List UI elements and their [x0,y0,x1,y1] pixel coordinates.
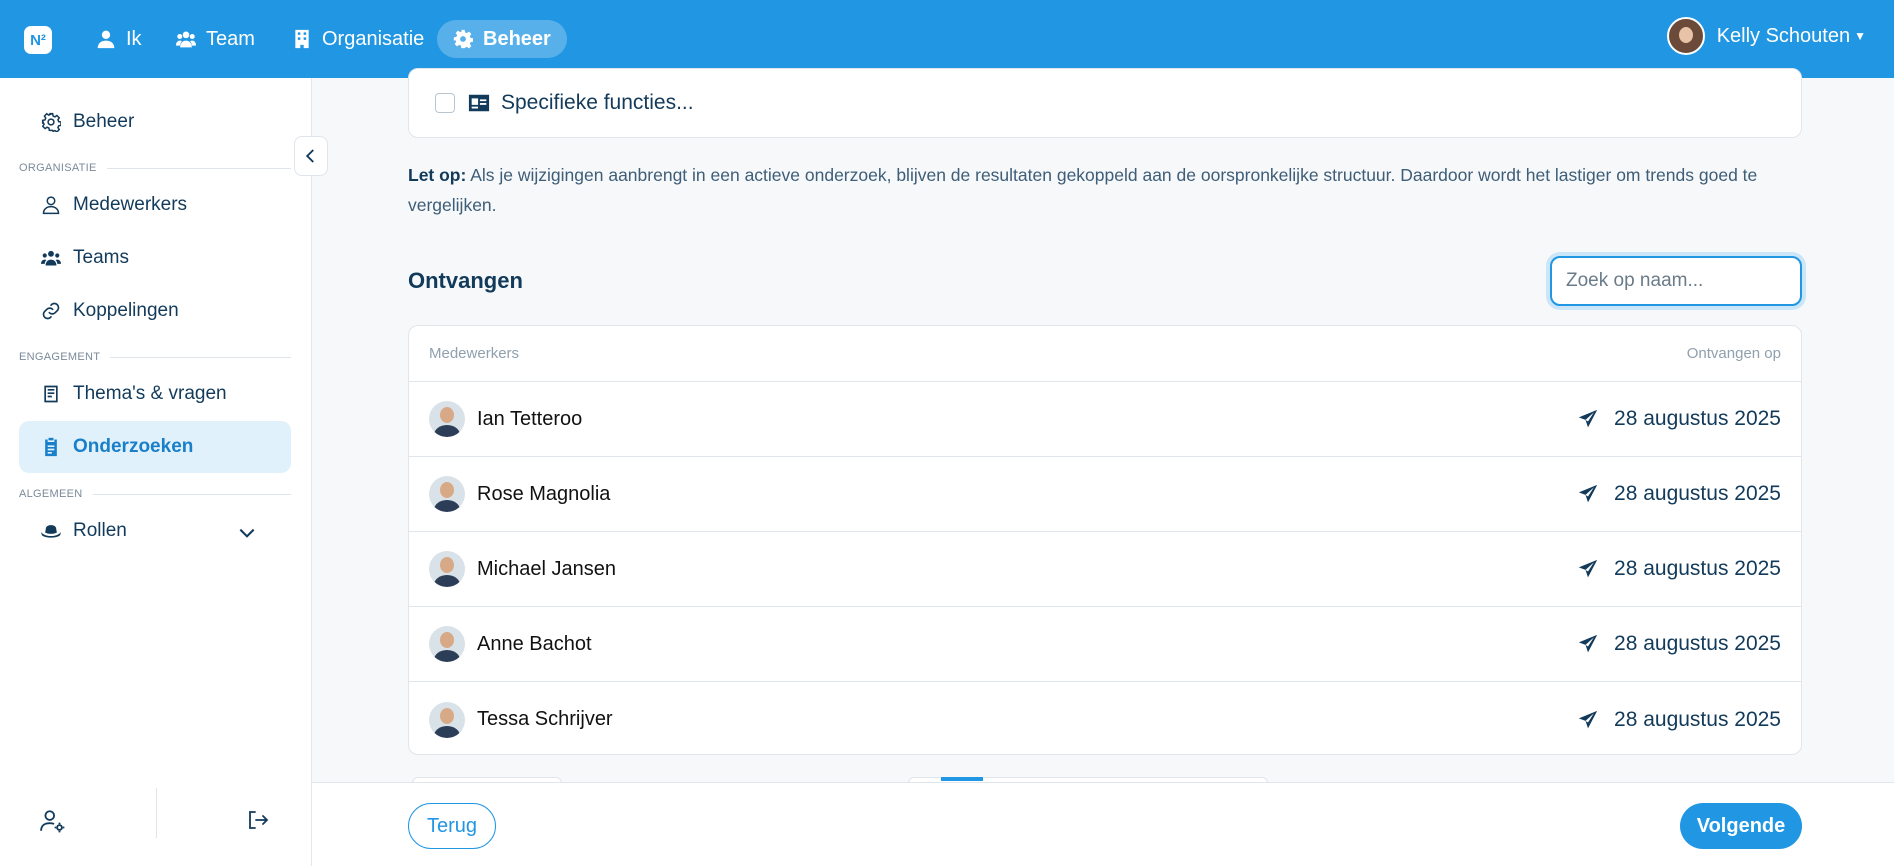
warning-note: Let op: Als je wijzigingen aanbrengt in … [408,160,1802,220]
recipients-table: Medewerkers Ontvangen op Ian Tetteroo 28… [408,325,1802,755]
column-header-ontvangen-op: Ontvangen op [1686,345,1781,362]
id-card-icon [468,94,490,112]
gear-icon [453,29,473,49]
sidebar-item-label: Onderzoeken [73,436,194,457]
avatar [429,701,465,738]
avatar [429,551,465,587]
column-header-medewerkers: Medewerkers [429,345,520,362]
employee-name: Anne Bachot [477,632,592,655]
user-icon [42,196,60,215]
nav-label: Beheer [483,27,551,50]
gear-icon [41,112,61,132]
sidebar-item-teams[interactable]: Teams [19,232,291,284]
building-icon [295,29,309,49]
section-engagement: ENGAGEMENT [19,351,291,363]
sidebar-item-themas-vragen[interactable]: Thema's & vragen [19,368,291,420]
avatar [429,626,465,662]
section-algemeen: ALGEMEEN [19,488,291,500]
section-title: ORGANISATIE [19,162,97,174]
nav-team[interactable]: Team [160,20,271,58]
clipboard-icon [45,437,57,457]
received-date: 28 augustus 2025 [1614,557,1781,580]
option-label: Specifieke functies... [501,91,694,114]
avatar [429,401,465,437]
section-title: ALGEMEEN [19,488,83,500]
paper-plane-icon [1578,409,1598,428]
sidebar-collapse-button[interactable] [294,136,328,176]
nav-label: Ik [126,27,142,50]
paper-plane-icon [1578,559,1598,578]
paper-plane-icon [1578,634,1598,653]
received-date: 28 augustus 2025 [1614,632,1781,655]
footer-divider [156,788,157,838]
received-date: 28 augustus 2025 [1614,407,1781,430]
user-icon [97,30,115,49]
chevron-down-icon[interactable] [237,523,257,543]
sidebar-footer [0,786,312,866]
search-input[interactable] [1550,256,1802,306]
checkbox[interactable] [435,93,455,113]
next-button[interactable]: Volgende [1680,803,1802,849]
table-row[interactable]: Rose Magnolia 28 augustus 2025 [409,457,1801,532]
note-bold: Let op: [408,165,467,185]
paper-plane-icon [1578,710,1598,728]
user-settings-icon[interactable] [40,808,66,834]
sidebar-item-medewerkers[interactable]: Medewerkers [19,179,291,231]
section-organisatie: ORGANISATIE [19,162,291,174]
users-icon [41,250,61,266]
sidebar: Beheer ORGANISATIE Medewerkers Teams Kop… [0,78,312,866]
table-row[interactable]: Michael Jansen 28 augustus 2025 [409,532,1801,607]
sidebar-item-rollen[interactable]: Rollen [19,505,291,557]
received-date: 28 augustus 2025 [1614,707,1781,731]
top-navigation-bar: N² Ik Team Organisatie Beheer Kelly Scho… [0,0,1894,78]
pagination-active-page [941,777,983,781]
user-menu[interactable]: Kelly Schouten ▼ [1666,17,1866,55]
section-title-ontvangen: Ontvangen [408,268,523,293]
book-icon [44,385,58,403]
table-row[interactable]: Tessa Schrijver 28 augustus 2025 [409,682,1801,754]
employee-name: Tessa Schrijver [477,708,613,730]
table-row[interactable]: Anne Bachot 28 augustus 2025 [409,607,1801,682]
footer-actions: Terug Volgende [312,782,1894,866]
section-title: ENGAGEMENT [19,351,101,363]
chevron-left-icon [305,149,314,163]
received-date: 28 augustus 2025 [1614,482,1781,505]
avatar [429,476,465,512]
sidebar-item-koppelingen[interactable]: Koppelingen [19,285,291,337]
hat-icon [41,525,61,538]
user-name: Kelly Schouten [1716,24,1851,47]
link-icon [42,302,60,320]
logout-icon[interactable] [246,808,270,832]
sidebar-item-label: Medewerkers [73,194,188,215]
caret-down-icon: ▼ [1854,29,1866,43]
user-avatar [1666,17,1705,55]
table-header: Medewerkers Ontvangen op [409,326,1801,382]
employee-name: Michael Jansen [477,557,616,580]
nav-organisatie[interactable]: Organisatie [276,20,440,58]
employee-name: Ian Tetteroo [477,407,583,430]
sidebar-item-label: Koppelingen [73,300,179,321]
option-specifieke-functies[interactable]: Specifieke functies... [408,68,1802,138]
users-icon [176,31,196,48]
nav-label: Team [206,27,255,50]
nav-beheer[interactable]: Beheer [437,20,567,58]
sidebar-item-onderzoeken[interactable]: Onderzoeken [19,421,291,473]
sidebar-item-beheer[interactable]: Beheer [19,96,291,148]
back-button[interactable]: Terug [408,803,496,849]
table-row[interactable]: Ian Tetteroo 28 augustus 2025 [409,382,1801,457]
employee-name: Rose Magnolia [477,482,611,505]
main-content: Specifieke functies... Let op: Als je wi… [312,68,1894,866]
sidebar-item-label: Beheer [73,111,135,132]
sidebar-item-label: Thema's & vragen [73,383,227,404]
note-text: Als je wijzigingen aanbrengt in een acti… [408,165,1758,215]
app-logo[interactable]: N² [24,26,52,54]
nav-label: Organisatie [322,27,425,50]
sidebar-item-label: Teams [73,247,129,268]
sidebar-item-label: Rollen [73,520,127,541]
paper-plane-icon [1578,484,1598,503]
nav-ik[interactable]: Ik [80,20,158,58]
